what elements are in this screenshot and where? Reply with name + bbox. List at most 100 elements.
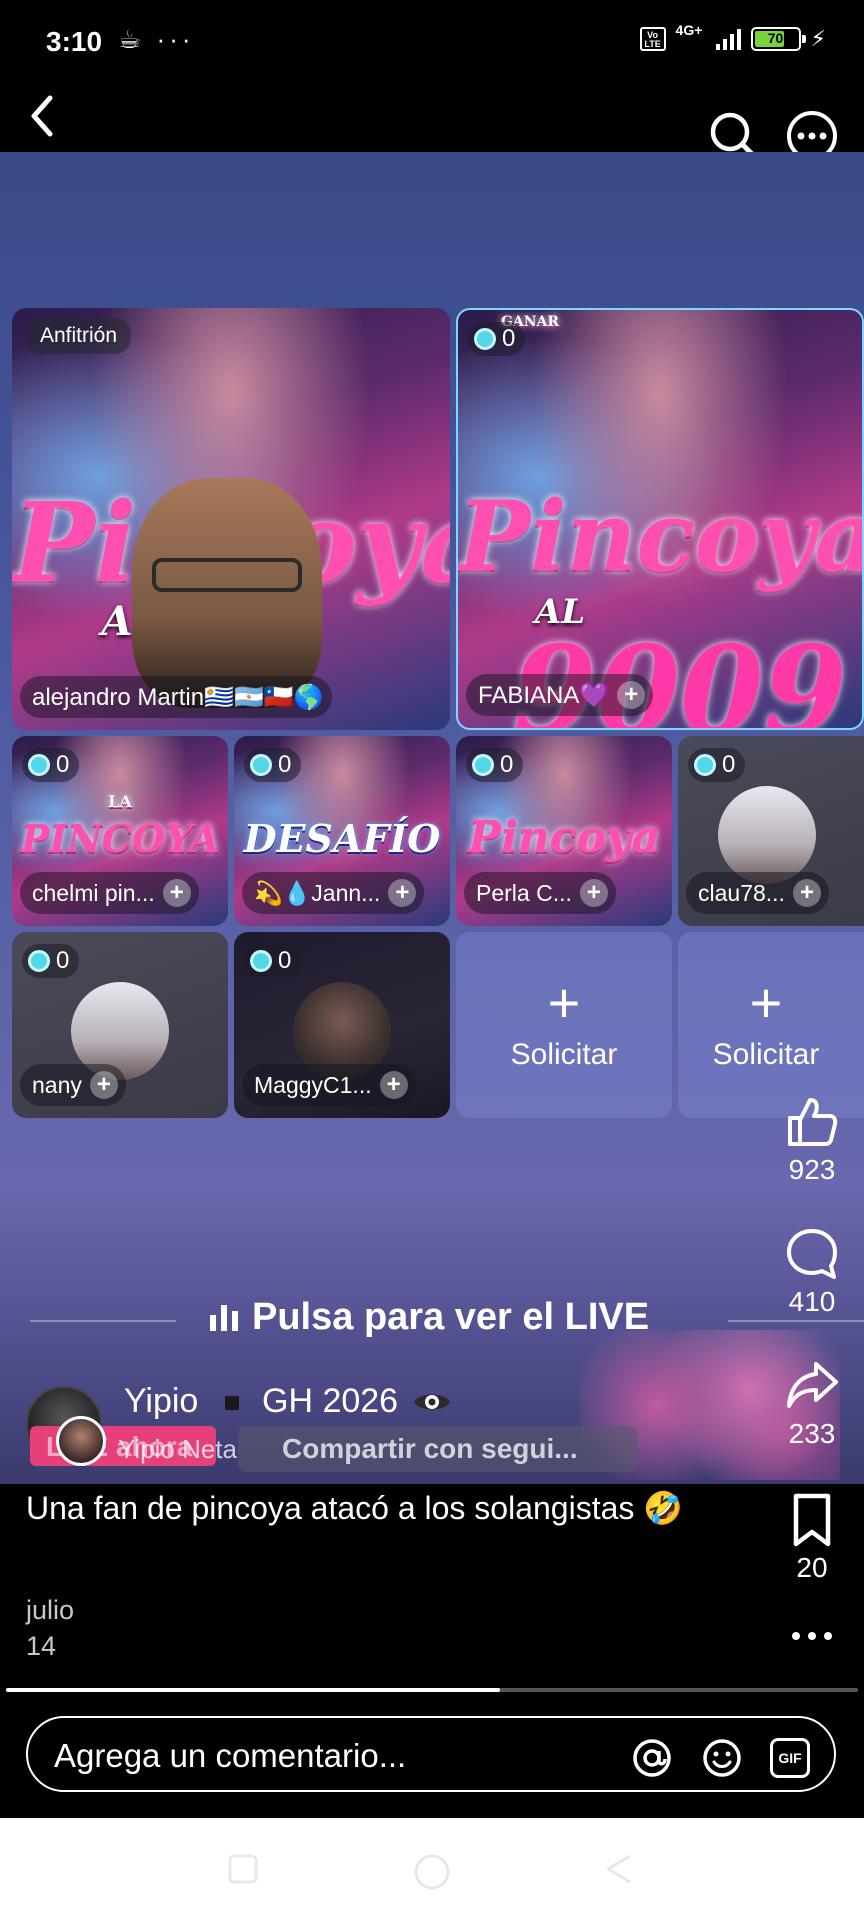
guest-name: MaggyC1... (254, 1071, 372, 1098)
eye-icon (414, 1394, 450, 1410)
host-glasses (152, 558, 302, 592)
poster-title: PINCOYA (20, 816, 220, 861)
system-navigation-bar (0, 1818, 864, 1920)
guest-gift-count: 0 (244, 944, 302, 978)
smiley-icon[interactable] (702, 1738, 742, 1778)
volte-icon: Vo LTE (639, 27, 666, 51)
watch-live-button[interactable]: Pulsa para ver el LIVE (210, 1296, 649, 1339)
share-arrow-icon (787, 1362, 838, 1408)
home-icon[interactable] (412, 1852, 452, 1892)
like-button[interactable]: 923 (762, 1094, 862, 1186)
host-name-chip[interactable]: alejandro Martin🇺🇾🇦🇷🇨🇱🌎 (20, 676, 332, 718)
back-button[interactable] (24, 94, 64, 138)
follow-plus-icon[interactable]: + (617, 681, 646, 709)
guest-avatar (718, 786, 816, 884)
diamond-icon (250, 950, 272, 972)
gif-label: GIF (778, 1750, 802, 1766)
charging-icon: ⚡ (810, 26, 826, 51)
thumbs-up-icon (788, 1098, 838, 1146)
watch-live-label: Pulsa para ver el LIVE (252, 1296, 650, 1338)
comment-count: 410 (788, 1286, 836, 1317)
guest-gift-count: 0 (22, 748, 80, 782)
guest-gift-count: 0 (244, 748, 302, 782)
follow-plus-icon[interactable]: + (579, 879, 608, 907)
diamond-icon (28, 950, 50, 972)
divider (30, 1320, 176, 1322)
request-slot-button[interactable]: + Solicitar (678, 932, 864, 1118)
share-with-followers-button[interactable]: Compartir con segui... (238, 1426, 638, 1472)
top-nav (0, 86, 864, 161)
diamond-icon (474, 328, 496, 350)
more-dots-icon (792, 1632, 832, 1640)
save-count: 20 (796, 1552, 828, 1583)
comment-button[interactable]: 410 (762, 1226, 862, 1318)
guest-name-chip[interactable]: chelmi pin... + (20, 872, 199, 914)
request-slot-button[interactable]: + Solicitar (456, 932, 672, 1118)
bookmark-icon (793, 1493, 831, 1547)
guest-name-chip[interactable]: Perla C... + (464, 872, 616, 914)
guest-name: chelmi pin... (32, 879, 155, 906)
guest-name: 💫💧Jann... (254, 879, 381, 906)
gif-button[interactable]: GIF (770, 1738, 810, 1778)
poster-title: Pincoya (458, 480, 864, 593)
back-nav-icon[interactable] (602, 1852, 636, 1886)
poster-top-text: LA (108, 792, 132, 811)
divider (728, 1320, 864, 1322)
post-date: julio 14 (26, 1592, 74, 1664)
follow-plus-icon[interactable]: + (89, 1071, 118, 1099)
at-icon[interactable] (632, 1738, 672, 1778)
plus-icon: + (749, 971, 783, 1034)
diamond-icon (28, 754, 50, 776)
guest-tile[interactable]: 0 MaggyC1... + (234, 932, 450, 1118)
guest-name-chip[interactable]: nany + (20, 1064, 126, 1106)
comment-input[interactable] (54, 1736, 614, 1776)
guest-tile[interactable]: Pincoya 0 Perla C... + (456, 736, 672, 926)
comment-bar: GIF (26, 1716, 836, 1792)
save-button[interactable]: 20 (762, 1492, 862, 1584)
video-progress-bar[interactable] (6, 1688, 858, 1692)
battery-level: 70 (767, 30, 784, 46)
guest-name-chip[interactable]: FABIANA💜 + (466, 674, 654, 716)
guest-tile[interactable]: LA PINCOYA 0 chelmi pin... + (12, 736, 228, 926)
guest-name-chip[interactable]: clau78... + (686, 872, 829, 914)
creator-name[interactable]: Yipio (124, 1382, 198, 1421)
share-button[interactable]: 233 (762, 1358, 862, 1450)
guest-name-chip[interactable]: MaggyC1... + (242, 1064, 416, 1106)
guest-name: clau78... (698, 879, 785, 906)
guest-tile[interactable]: 0 clau78... + (678, 736, 864, 926)
poster-title: DESAFÍO (243, 816, 441, 861)
video-player[interactable]: Pincoya AL Anfitrión alejandro Martin🇺🇾🇦… (0, 152, 864, 1484)
follow-plus-icon[interactable]: + (162, 879, 191, 907)
notification-icons: ☕ ··· (118, 24, 195, 54)
plus-icon: + (547, 971, 581, 1034)
guest-tile[interactable]: 0 nany + (12, 932, 228, 1118)
more-actions-button[interactable] (762, 1622, 862, 1650)
follow-plus-icon[interactable]: + (792, 879, 821, 907)
comment-bubble-icon (787, 1229, 837, 1279)
signal-icon (715, 28, 741, 50)
like-count: 923 (788, 1154, 836, 1185)
share-with-followers-label: Compartir con segui... (282, 1433, 578, 1464)
cohost-avatar (56, 1416, 106, 1466)
diamond-icon (250, 754, 272, 776)
host-name: alejandro Martin🇺🇾🇦🇷🇨🇱🌎 (32, 683, 324, 711)
share-count: 233 (788, 1418, 836, 1449)
status-time: 3:10 (46, 26, 103, 57)
follow-plus-icon[interactable]: + (388, 879, 417, 907)
poster-title: Pincoya (467, 812, 660, 863)
guest-tile[interactable]: DESAFÍO 0 💫💧Jann... + (234, 736, 450, 926)
chevron-left-icon (31, 95, 53, 137)
guest-tile[interactable]: GANAR Pincoya AL 9009 0 FABIANA💜 + (456, 308, 864, 730)
host-tile[interactable]: Pincoya AL Anfitrión alejandro Martin🇺🇾🇦… (12, 308, 450, 730)
recent-apps-icon[interactable] (226, 1852, 260, 1886)
guest-name-chip[interactable]: 💫💧Jann... + (242, 872, 425, 914)
guest-name: nany (32, 1071, 82, 1098)
post-date-month: julio (26, 1595, 75, 1625)
follow-plus-icon[interactable]: + (379, 1071, 408, 1099)
network-type: 4G+ (675, 22, 703, 38)
guest-gift-count: 0 (688, 748, 746, 782)
post-caption[interactable]: Una fan de pincoya atacó a los solangist… (26, 1488, 746, 1528)
status-right-group: Vo LTE 4G+ 70 ⚡ (639, 22, 826, 52)
diamond-icon (472, 754, 494, 776)
video-progress-fill (6, 1688, 501, 1692)
